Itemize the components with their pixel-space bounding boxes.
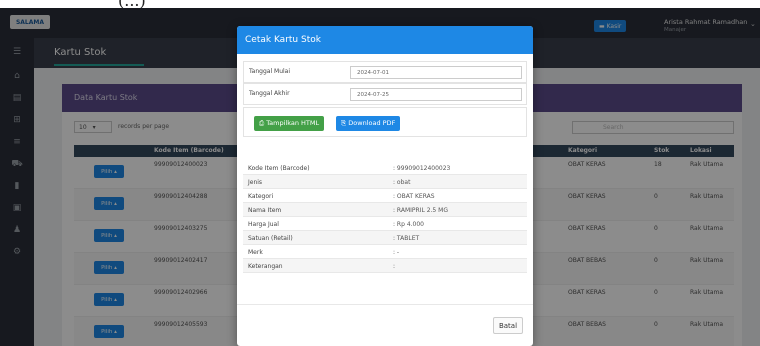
detail-row: Kategori : OBAT KERAS <box>243 189 527 203</box>
detail-value: : <box>393 263 396 270</box>
detail-key: Keterangan <box>248 263 283 270</box>
tanggal-akhir-label: Tanggal Akhir <box>249 90 290 97</box>
detail-key: Kode Item (Barcode) <box>248 165 310 172</box>
detail-value: : obat <box>393 179 411 186</box>
detail-value: : RAMIPRIL 2.5 MG <box>393 207 448 214</box>
detail-row: Keterangan : <box>243 259 527 273</box>
detail-value: : TABLET <box>393 235 420 242</box>
detail-key: Kategori <box>248 193 274 200</box>
batal-button[interactable]: Batal <box>493 317 523 334</box>
tanggal-mulai-input[interactable]: 2024-07-01 <box>350 66 522 79</box>
action-row: ⎙ Tampilkan HTML ⎘ Download PDF <box>243 107 527 137</box>
detail-row: Nama Item : RAMIPRIL 2.5 MG <box>243 203 527 217</box>
detail-key: Jenis <box>248 179 263 186</box>
detail-row: Kode Item (Barcode) : 99909012400023 <box>243 161 527 175</box>
top-heading-text: (...) <box>118 0 146 8</box>
detail-value: : Rp 4.000 <box>393 221 424 228</box>
detail-key: Nama Item <box>248 207 282 214</box>
cetak-kartu-stok-modal: Cetak Kartu Stok Tanggal Mulai 2024-07-0… <box>237 26 533 346</box>
item-detail-table: Kode Item (Barcode) : 99909012400023 Jen… <box>243 161 527 273</box>
detail-key: Harga Jual <box>248 221 279 228</box>
tanggal-mulai-row: Tanggal Mulai 2024-07-01 <box>243 61 527 83</box>
tampilkan-html-button[interactable]: ⎙ Tampilkan HTML <box>254 116 325 131</box>
detail-key: Satuan (Retail) <box>248 235 293 242</box>
detail-value: : - <box>393 249 400 256</box>
download-pdf-button[interactable]: ⎘ Download PDF <box>336 116 401 131</box>
tanggal-akhir-input[interactable]: 2024-07-25 <box>350 88 522 101</box>
top-cutoff-heading: (...) <box>0 0 760 8</box>
detail-row: Harga Jual : Rp 4.000 <box>243 217 527 231</box>
modal-title: Cetak Kartu Stok <box>237 26 533 54</box>
modal-footer: Batal <box>237 304 533 346</box>
detail-row: Satuan (Retail) : TABLET <box>243 231 527 245</box>
detail-row: Merk : - <box>243 245 527 259</box>
tanggal-akhir-row: Tanggal Akhir 2024-07-25 <box>243 83 527 105</box>
detail-value: : OBAT KERAS <box>393 193 435 200</box>
detail-row: Jenis : obat <box>243 175 527 189</box>
detail-key: Merk <box>248 249 263 256</box>
detail-value: : 99909012400023 <box>393 165 451 172</box>
tanggal-mulai-label: Tanggal Mulai <box>249 68 291 75</box>
